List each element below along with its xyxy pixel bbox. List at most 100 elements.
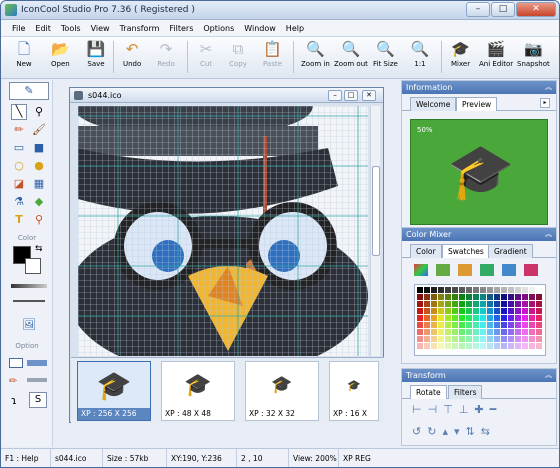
swatch-cell[interactable]: [466, 336, 472, 342]
remove-icon[interactable]: ━: [490, 403, 497, 416]
option-bar-2[interactable]: [27, 378, 47, 382]
swatch-cell[interactable]: [424, 287, 430, 293]
swatch-cell[interactable]: [473, 301, 479, 307]
collapse-icon[interactable]: ︽: [545, 228, 552, 241]
swatch-cell[interactable]: [424, 336, 430, 342]
swatch-cell[interactable]: [417, 308, 423, 314]
swatch-cell[interactable]: [529, 315, 535, 321]
swatch-cell[interactable]: [459, 308, 465, 314]
swatch-cell[interactable]: [473, 294, 479, 300]
rotate-left-icon[interactable]: ↺: [412, 425, 421, 438]
swatch-cell[interactable]: [508, 294, 514, 300]
swatch-cell[interactable]: [501, 315, 507, 321]
swatch-tool-icon[interactable]: [414, 264, 428, 276]
swatch-cell[interactable]: [417, 294, 423, 300]
swatch-cell[interactable]: [424, 329, 430, 335]
paste-button[interactable]: 📋 Paste: [263, 39, 282, 77]
collapse-icon[interactable]: ︽: [545, 81, 552, 94]
swatch-cell[interactable]: [494, 336, 500, 342]
swatch-cell[interactable]: [494, 343, 500, 349]
swatch-cell[interactable]: [480, 329, 486, 335]
align-left-icon[interactable]: ⊢: [412, 403, 422, 416]
swatch-cell[interactable]: [536, 315, 542, 321]
swatch-cell[interactable]: [459, 322, 465, 328]
swatch-cell[interactable]: [529, 322, 535, 328]
swatch-cell[interactable]: [459, 315, 465, 321]
swatch-cell[interactable]: [508, 336, 514, 342]
swatch-cell[interactable]: [480, 315, 486, 321]
menu-window[interactable]: Window: [239, 24, 281, 33]
collapse-icon[interactable]: ︽: [545, 369, 552, 382]
copy-button[interactable]: ⧉ Copy: [229, 39, 247, 77]
swatch-cell[interactable]: [466, 294, 472, 300]
swatch-cell[interactable]: [508, 301, 514, 307]
maximize-button[interactable]: □: [491, 2, 515, 17]
swatch-cell[interactable]: [445, 343, 451, 349]
swatch-cell[interactable]: [487, 322, 493, 328]
tab-filters[interactable]: Filters: [448, 385, 483, 399]
swatch-cell[interactable]: [536, 322, 542, 328]
snapshot-button[interactable]: 📷 Snapshot: [517, 39, 550, 77]
swatch-cell[interactable]: [459, 301, 465, 307]
menu-options[interactable]: Options: [198, 24, 239, 33]
swatch-cell[interactable]: [536, 329, 542, 335]
swatch-cell[interactable]: [452, 301, 458, 307]
swatch-cell[interactable]: [494, 294, 500, 300]
swatch-cell[interactable]: [438, 308, 444, 314]
swatch-cell[interactable]: [501, 322, 507, 328]
flip-horizontal-icon[interactable]: ⇆: [481, 425, 490, 438]
swatch-cell[interactable]: [431, 315, 437, 321]
new-button[interactable]: 🗋 New: [15, 39, 33, 77]
swatch-cell[interactable]: [431, 343, 437, 349]
swatch-cell[interactable]: [424, 294, 430, 300]
swatch-cell[interactable]: [494, 308, 500, 314]
undo-button[interactable]: ↶ Undo: [123, 39, 141, 77]
swatch-cell[interactable]: [487, 294, 493, 300]
swatch-cell[interactable]: [473, 343, 479, 349]
swatch-tool-icon[interactable]: [524, 264, 538, 276]
vertical-scroll-thumb[interactable]: [372, 166, 380, 256]
swatch-cell[interactable]: [522, 343, 528, 349]
swatch-tool-icon[interactable]: [502, 264, 516, 276]
swatch-cell[interactable]: [473, 329, 479, 335]
doc-minimize-button[interactable]: –: [328, 90, 342, 101]
swatch-cell[interactable]: [487, 329, 493, 335]
swatch-cell[interactable]: [431, 301, 437, 307]
swatch-cell[interactable]: [487, 301, 493, 307]
format-thumbnail-256[interactable]: 🎓 XP : 256 X 256: [77, 361, 151, 421]
swatch-cell[interactable]: [501, 329, 507, 335]
swatch-cell[interactable]: [466, 308, 472, 314]
swatch-cell[interactable]: [515, 315, 521, 321]
swatch-cell[interactable]: [529, 301, 535, 307]
swatch-cell[interactable]: [445, 294, 451, 300]
rotate-right-icon[interactable]: ↻: [427, 425, 436, 438]
move-up-icon[interactable]: ▴: [442, 425, 448, 438]
swatch-cell[interactable]: [536, 294, 542, 300]
swatch-cell[interactable]: [522, 294, 528, 300]
swatch-cell[interactable]: [487, 343, 493, 349]
swatch-tool-icon[interactable]: [436, 264, 450, 276]
swatch-cell[interactable]: [459, 294, 465, 300]
swatch-cell[interactable]: [508, 315, 514, 321]
swatch-cell[interactable]: [501, 343, 507, 349]
swatch-cell[interactable]: [431, 308, 437, 314]
swatch-cell[interactable]: [473, 308, 479, 314]
menu-view[interactable]: View: [86, 24, 115, 33]
menu-edit[interactable]: Edit: [30, 24, 56, 33]
cut-button[interactable]: ✂ Cut: [197, 39, 215, 77]
swatch-cell[interactable]: [515, 343, 521, 349]
color-mixer-header[interactable]: Color Mixer ︽: [402, 228, 556, 241]
swatch-cell[interactable]: [529, 294, 535, 300]
swatch-tool-icon[interactable]: [480, 264, 494, 276]
swatch-cell[interactable]: [494, 329, 500, 335]
option-s-curve[interactable]: S: [29, 392, 47, 408]
mixer-button[interactable]: 🎓 Mixer: [451, 39, 470, 77]
swatch-cell[interactable]: [494, 287, 500, 293]
swatch-cell[interactable]: [508, 287, 514, 293]
swatch-cell[interactable]: [487, 308, 493, 314]
swatch-cell[interactable]: [480, 287, 486, 293]
option-curve[interactable]: ɿ: [11, 394, 17, 407]
swatch-cell[interactable]: [473, 315, 479, 321]
option-rectangle[interactable]: [9, 358, 23, 368]
format-thumbnail-48[interactable]: 🎓 XP : 48 X 48: [161, 361, 235, 421]
